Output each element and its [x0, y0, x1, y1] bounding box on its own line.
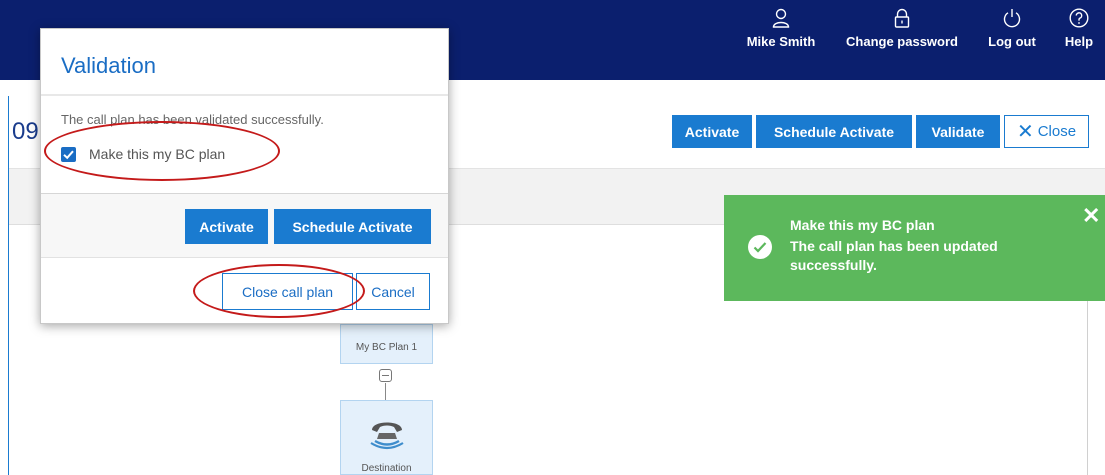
dialog-title: Validation	[61, 53, 156, 78]
success-toast: Make this my BC plan The call plan has b…	[724, 195, 1105, 301]
phone-icon	[370, 422, 404, 450]
flow-node-plan-label: My BC Plan 1	[355, 341, 418, 353]
nav-change-password-label: Change password	[846, 34, 958, 49]
nav-logout-label: Log out	[988, 34, 1036, 49]
flow-node-plan[interactable]: My BC Plan 1	[340, 324, 433, 364]
flow-node-destination-label: Destination	[361, 463, 412, 474]
toast-title: Make this my BC plan	[790, 217, 935, 233]
collapse-icon[interactable]	[379, 369, 392, 382]
dialog-activate-button[interactable]: Activate	[185, 209, 268, 244]
schedule-activate-button[interactable]: Schedule Activate	[756, 115, 912, 148]
close-button-label: Close	[1037, 123, 1077, 140]
flow-connector	[385, 383, 386, 400]
dialog-divider	[41, 94, 448, 96]
toast-close-icon[interactable]: ✕	[1082, 205, 1100, 227]
nav-help[interactable]: Help	[1058, 8, 1100, 49]
check-circle-icon	[748, 235, 772, 259]
bc-plan-checkbox-label: Make this my BC plan	[89, 146, 226, 162]
cancel-button[interactable]: Cancel	[356, 273, 430, 310]
help-icon	[1069, 8, 1089, 28]
close-icon: ✕	[1016, 120, 1034, 143]
page-title: 09	[12, 118, 39, 145]
toast-message: The call plan has been updated successfu…	[790, 238, 998, 273]
close-call-plan-button[interactable]: Close call plan	[222, 273, 353, 310]
flow-node-destination[interactable]: Destination	[340, 400, 433, 475]
bc-plan-checkbox-row[interactable]: Make this my BC plan	[61, 146, 225, 162]
nav-change-password[interactable]: Change password	[836, 8, 968, 49]
dialog-schedule-activate-button[interactable]: Schedule Activate	[274, 209, 431, 244]
close-button[interactable]: ✕ Close	[1004, 115, 1089, 148]
validation-dialog: Validation The call plan has been valida…	[40, 28, 449, 324]
nav-help-label: Help	[1064, 34, 1094, 49]
power-icon	[1003, 9, 1021, 28]
page-left-border	[8, 96, 9, 475]
nav-user[interactable]: Mike Smith	[736, 8, 826, 49]
validate-button[interactable]: Validate	[916, 115, 1000, 148]
lock-icon	[894, 8, 910, 28]
nav-user-label: Mike Smith	[746, 34, 816, 49]
dialog-message: The call plan has been validated success…	[61, 112, 324, 127]
user-icon	[772, 8, 790, 28]
bc-plan-checkbox[interactable]	[61, 146, 76, 162]
nav-logout[interactable]: Log out	[984, 8, 1040, 49]
activate-button[interactable]: Activate	[672, 115, 752, 148]
